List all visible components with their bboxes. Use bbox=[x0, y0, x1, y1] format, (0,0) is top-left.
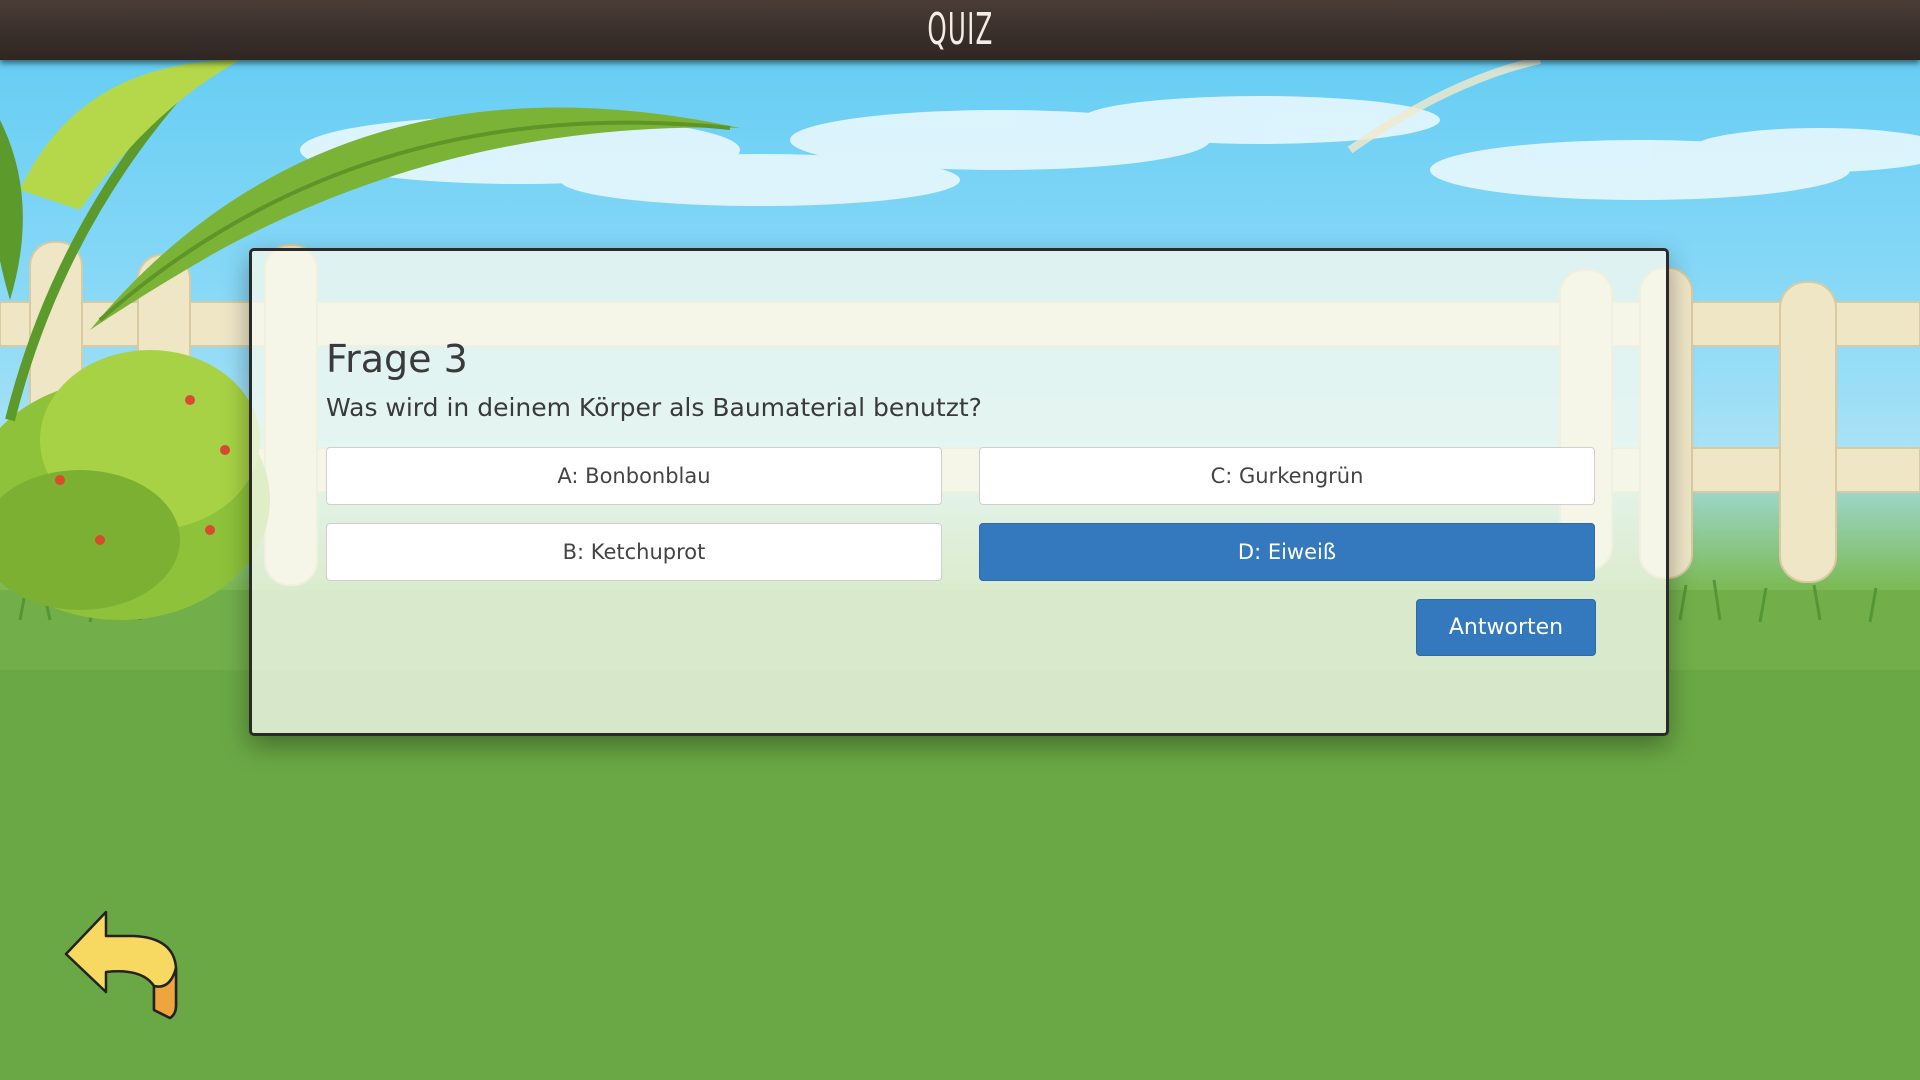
answer-label: C: Gurkengrün bbox=[1210, 464, 1364, 488]
quiz-screen: QUIZ Frage 3 Was wird in deinem Körper a… bbox=[0, 0, 1920, 1080]
answer-option-b[interactable]: B: Ketchuprot bbox=[326, 523, 942, 581]
answer-label: A: Bonbonblau bbox=[557, 464, 711, 488]
submit-label: Antworten bbox=[1448, 615, 1564, 640]
page-title: QUIZ bbox=[926, 4, 994, 55]
back-arrow-icon bbox=[64, 910, 178, 1020]
answer-label: B: Ketchuprot bbox=[562, 540, 706, 564]
header-bar: QUIZ bbox=[0, 0, 1920, 60]
answer-option-d[interactable]: D: Eiweiß bbox=[979, 523, 1595, 581]
answer-option-a[interactable]: A: Bonbonblau bbox=[326, 447, 942, 505]
question-text: Was wird in deinem Körper als Baumateria… bbox=[326, 393, 982, 422]
submit-answer-button[interactable]: Antworten bbox=[1416, 599, 1596, 656]
answer-option-c[interactable]: C: Gurkengrün bbox=[979, 447, 1595, 505]
answer-label: D: Eiweiß bbox=[1237, 540, 1337, 564]
quiz-panel: Frage 3 Was wird in deinem Körper als Ba… bbox=[249, 248, 1669, 736]
question-number: Frage 3 bbox=[326, 337, 468, 381]
back-button[interactable] bbox=[62, 910, 182, 1020]
